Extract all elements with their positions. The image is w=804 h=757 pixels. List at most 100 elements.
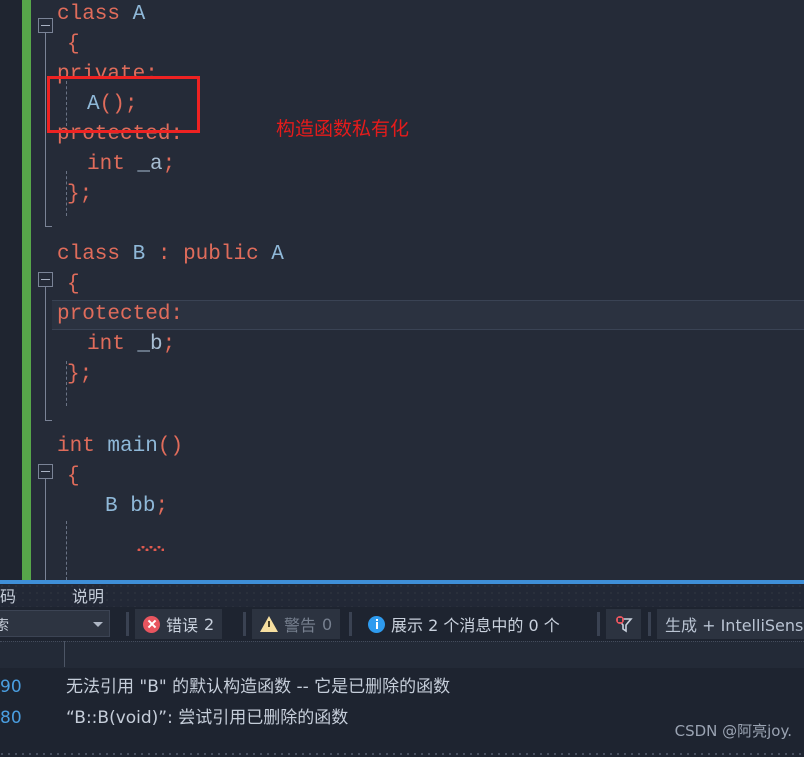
filter-warnings-label: 警告	[284, 616, 317, 635]
code-line-10: {	[67, 270, 80, 300]
token-semicolon: ;	[162, 153, 176, 176]
chevron-down-icon[interactable]	[93, 622, 103, 627]
token-keyword-int: int	[87, 333, 125, 356]
error-list-panel: 索 错误 2 警告 0 展示 2 个消息中的 0 个 生成 + IntelliS…	[0, 584, 804, 757]
bottom-dotted-band	[0, 752, 804, 757]
token-brace-close: };	[67, 363, 93, 386]
filter-messages-label: 展示 2 个消息中的 0 个	[391, 616, 560, 635]
error-list-search-combo[interactable]: 索	[0, 610, 110, 637]
token-type-b: B	[132, 243, 146, 266]
editor-left-margin	[0, 0, 22, 580]
token-brace-open: {	[67, 273, 80, 296]
code-editor[interactable]: class A { private: A(); protected: int _…	[0, 0, 804, 580]
toolbar-separator	[126, 612, 129, 636]
fold-toggle-class-a[interactable]	[38, 18, 53, 33]
token-member-a: _a	[137, 153, 163, 176]
warning-icon	[260, 616, 278, 632]
code-text-area[interactable]: class A { private: A(); protected: int _…	[57, 0, 804, 580]
token-base-class-a: A	[271, 243, 284, 266]
token-keyword-class-b: class	[57, 243, 121, 266]
fold-elbow-class-b	[45, 420, 52, 421]
token-brace-close: };	[67, 183, 93, 206]
code-line-12: int _b;	[87, 330, 175, 360]
row-code: 90	[0, 677, 22, 697]
error-list-toolbar: 索 错误 2 警告 0 展示 2 个消息中的 0 个 生成 + IntelliS…	[0, 607, 804, 641]
watermark: CSDN @阿亮joy.	[674, 722, 792, 740]
code-line-1: class A	[57, 0, 145, 30]
row-code: 80	[0, 708, 22, 728]
token-semicolon: ;	[155, 495, 169, 518]
change-tracking-bar	[22, 0, 31, 580]
code-line-16: {	[67, 462, 80, 492]
fold-guide-main	[45, 479, 46, 580]
code-line-11: protected:	[57, 300, 183, 330]
row-description: “B::B(void)”: 尝试引用已删除的函数	[66, 708, 349, 728]
filter-messages-button[interactable]: 展示 2 个消息中的 0 个	[360, 609, 568, 639]
toolbar-separator	[597, 612, 600, 636]
token-keyword-int: int	[87, 153, 125, 176]
token-ctor-parens: ();	[99, 93, 138, 116]
info-icon	[368, 615, 385, 633]
filter-icon	[614, 614, 634, 634]
filter-errors-button[interactable]: 错误 2	[135, 609, 223, 639]
code-line-5: protected:	[57, 120, 183, 150]
error-list-search-value: 索	[0, 617, 9, 633]
token-keyword-private: private:	[57, 63, 158, 86]
token-function-main: main	[107, 435, 158, 458]
table-row[interactable]: 90 无法引用 "B" 的默认构造函数 -- 它是已删除的函数	[0, 672, 804, 702]
token-variable-bb: bb	[130, 495, 156, 518]
filter-warnings-button[interactable]: 警告 0	[252, 609, 341, 639]
code-line-9: class B : public A	[57, 240, 284, 270]
token-brace-open: {	[67, 465, 80, 488]
filter-button[interactable]	[606, 609, 641, 639]
toolbar-separator	[648, 612, 651, 636]
code-line-13: };	[67, 360, 92, 390]
error-list-header	[0, 641, 804, 668]
code-line-15: int main()	[57, 432, 183, 462]
fold-guide-class-b	[45, 287, 46, 420]
build-scope-label: 生成 + IntelliSens	[665, 616, 804, 635]
token-parens: ()	[157, 435, 184, 458]
filter-errors-label: 错误	[166, 616, 199, 635]
fold-guide-class-a	[45, 33, 46, 226]
code-line-4: A();	[87, 90, 137, 120]
column-header-code[interactable]: 码	[0, 584, 64, 610]
code-line-3: private:	[57, 60, 158, 90]
code-line-6: int _a;	[87, 150, 175, 180]
token-keyword-class: class	[57, 3, 121, 26]
fold-toggle-main[interactable]	[38, 464, 53, 479]
build-scope-selector[interactable]: 生成 + IntelliSens	[657, 609, 804, 639]
toolbar-separator	[349, 612, 352, 636]
filter-warnings-count: 0	[322, 614, 333, 634]
column-header-description[interactable]: 说明	[66, 584, 466, 610]
token-keyword-int: int	[57, 435, 95, 458]
token-keyword-protected: protected:	[57, 303, 184, 326]
code-line-17: B bb;	[105, 492, 168, 522]
token-type-b: B	[105, 495, 118, 518]
token-brace-open: {	[67, 33, 80, 56]
token-type-a: A	[132, 3, 146, 26]
error-squiggle-bb	[137, 546, 164, 551]
column-divider[interactable]	[64, 641, 65, 667]
row-description: 无法引用 "B" 的默认构造函数 -- 它是已删除的函数	[66, 677, 451, 697]
toolbar-separator	[243, 612, 246, 636]
token-ctor-name: A	[87, 93, 100, 116]
token-member-b: _b	[137, 333, 163, 356]
annotation-text: 构造函数私有化	[276, 118, 410, 140]
error-icon	[143, 615, 160, 633]
token-semicolon: ;	[162, 333, 176, 356]
code-line-7: };	[67, 180, 92, 210]
fold-toggle-class-b[interactable]	[38, 272, 53, 287]
code-line-2: {	[67, 30, 80, 60]
token-colon: :	[157, 243, 171, 266]
filter-errors-count: 2	[204, 614, 215, 634]
